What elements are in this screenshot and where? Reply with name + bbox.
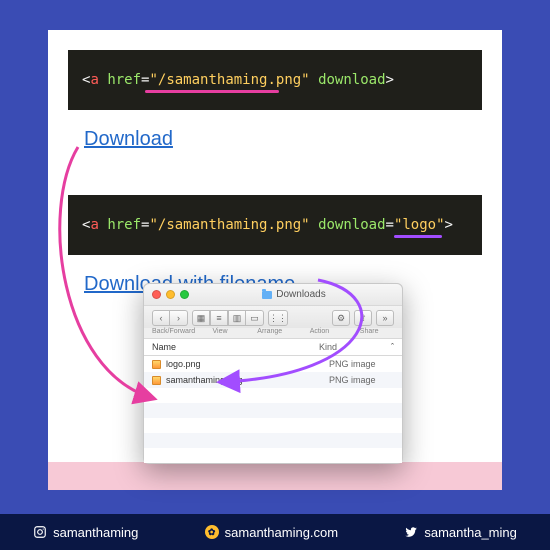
sort-icon: ˆ [384, 342, 394, 352]
code-attr-download: download [318, 72, 385, 88]
view-column-button[interactable]: ▥ [228, 310, 246, 326]
close-icon[interactable] [152, 290, 161, 299]
table-row [144, 418, 402, 433]
file-icon [152, 360, 161, 369]
view-list-button[interactable]: ≡ [210, 310, 228, 326]
maximize-icon[interactable] [180, 290, 189, 299]
code-value-href: "/samanthaming.png" [149, 72, 309, 88]
social-twitter[interactable]: samantha_ming [404, 525, 517, 540]
finder-title: Downloads [194, 289, 394, 300]
table-row[interactable]: logo.png PNG image [144, 356, 402, 372]
code-attr-href: href [107, 72, 141, 88]
download-link-1[interactable]: Download [84, 128, 173, 151]
view-buttons: ▦ ≡ ▥ ▭ [192, 310, 264, 326]
view-icon-button[interactable]: ▦ [192, 310, 210, 326]
share-button[interactable]: ⇪ [354, 310, 372, 326]
instagram-icon [33, 525, 47, 539]
action-button[interactable]: ⚙ [332, 310, 350, 326]
column-kind[interactable]: Kind [319, 342, 384, 352]
code-block-2: <a href="/samanthaming.png" download="lo… [68, 195, 482, 255]
column-name[interactable]: Name [152, 342, 319, 352]
code-bracket: > [386, 72, 394, 88]
social-website[interactable]: ✿ samanthaming.com [205, 525, 338, 540]
social-instagram[interactable]: samanthaming [33, 525, 138, 540]
file-icon [152, 376, 161, 385]
table-row[interactable]: samanthaming.png PNG image [144, 372, 402, 388]
finder-titlebar: Downloads [144, 284, 402, 306]
finder-header-row: Name Kind ˆ [144, 339, 402, 356]
nav-buttons: ‹ › [152, 310, 188, 326]
code-tag: a [90, 72, 98, 88]
underline-logo [394, 235, 442, 238]
table-row [144, 388, 402, 403]
view-gallery-button[interactable]: ▭ [246, 310, 264, 326]
toolbar-labels: Back/Forward View Arrange Action Share [144, 328, 402, 339]
code-value-download: "logo" [394, 217, 445, 233]
code-block-1: <a href="/samanthaming.png" download> [68, 50, 482, 110]
table-row [144, 448, 402, 463]
finder-rows: logo.png PNG image samanthaming.png PNG … [144, 356, 402, 463]
pink-strip [48, 462, 502, 490]
minimize-icon[interactable] [166, 290, 175, 299]
website-icon: ✿ [205, 525, 219, 539]
underline-filename-1 [145, 90, 279, 93]
finder-window: Downloads ‹ › ▦ ≡ ▥ ▭ ⋮⋮ ⚙ ⇪ » Back/Forw… [143, 283, 403, 464]
table-row [144, 403, 402, 418]
folder-icon [262, 291, 272, 299]
more-button[interactable]: » [376, 310, 394, 326]
table-row [144, 433, 402, 448]
arrange-button[interactable]: ⋮⋮ [268, 310, 288, 326]
forward-button[interactable]: › [170, 310, 188, 326]
twitter-icon [404, 525, 418, 539]
finder-toolbar: ‹ › ▦ ≡ ▥ ▭ ⋮⋮ ⚙ ⇪ » [144, 306, 402, 328]
footer: samanthaming ✿ samanthaming.com samantha… [0, 514, 550, 550]
back-button[interactable]: ‹ [152, 310, 170, 326]
